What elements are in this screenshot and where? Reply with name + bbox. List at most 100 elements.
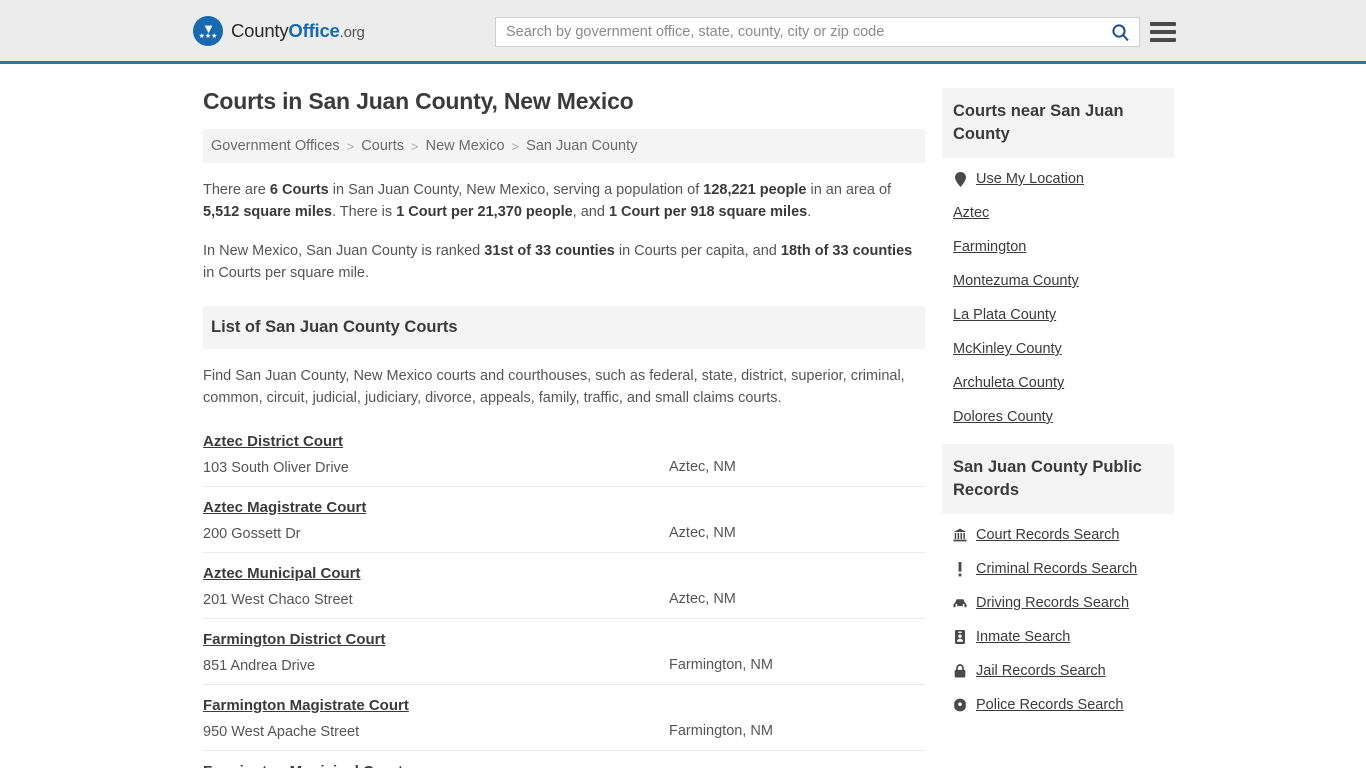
stat-value: 18th of 33 counties [780,243,913,259]
lock-icon [953,664,967,678]
stat-text: . [807,204,812,220]
brand-tld: .org [339,23,365,41]
public-record-link-label: Criminal Records Search [976,561,1138,577]
court-name-link[interactable]: Aztec Magistrate Court [203,499,366,516]
sidebar: Courts near San Juan County Use My Locat… [942,64,1174,722]
nearby-court-link-6[interactable]: McKinley County [942,332,1174,366]
court-list: Aztec District Court 103 South Oliver Dri… [203,423,925,768]
nearby-courts-list: Use My Location Aztec Farmington Montezuma … [942,158,1174,434]
court-city: Aztec, NM [669,459,736,475]
brand-part-1: County [231,19,289,41]
court-city: Aztec, NM [669,525,736,541]
stat-text: . There is [331,204,397,220]
nearby-court-link-label: Archuleta County [953,375,1065,391]
public-record-link-label: Driving Records Search [976,595,1130,611]
public-records-block: San Juan County Public Records Court Rec… [942,444,1174,722]
countyoffice-eagle-icon: ▼ ★★★ [193,15,223,46]
search-input[interactable] [496,18,1101,46]
court-name-link[interactable]: Farmington Municipal Court [203,763,403,768]
nearby-courts-block: Courts near San Juan County Use My Locat… [942,88,1174,434]
public-record-link-6[interactable]: Police Records Search [942,688,1174,722]
public-record-link-label: Court Records Search [976,527,1120,543]
public-records-heading: San Juan County Public Records [942,444,1174,514]
site-header: ▼ ★★★ CountyOffice.org [0,0,1366,64]
nearby-court-link-label: McKinley County [953,341,1062,357]
nearby-court-link-1[interactable]: Use My Location [942,162,1174,196]
page-title: Courts in San Juan County, New Mexico [203,88,634,114]
court-row: Farmington Municipal Court800 North Muni… [203,750,925,768]
court-address: 950 West Apache Street [203,724,360,740]
county-ranking-paragraph: In New Mexico, San Juan County is ranked… [203,240,925,284]
public-record-link-1[interactable]: Court Records Search [942,518,1174,552]
court-info: Farmington Magistrate Court 950 West Apac… [203,697,669,740]
nearby-court-link-label: Dolores County [953,409,1053,425]
court-info: Aztec District Court 103 South Oliver Dri… [203,433,669,476]
nearby-court-link-7[interactable]: Archuleta County [942,366,1174,400]
stat-value: 1 Court per 918 square miles [608,204,808,220]
nearby-court-link-label: Montezuma County [953,273,1079,289]
public-record-link-label: Jail Records Search [976,663,1106,679]
breadcrumb-item-1[interactable]: Government Offices [211,138,340,154]
breadcrumb-item-4: San Juan County [526,138,638,154]
court-city: Farmington, NM [669,723,773,739]
nearby-court-link-2[interactable]: Aztec [942,196,1174,230]
court-name-link[interactable]: Aztec Municipal Court [203,565,361,582]
nearby-court-link-label: Use My Location [976,171,1084,187]
public-record-link-label: Police Records Search [976,697,1124,713]
court-name-link[interactable]: Farmington Magistrate Court [203,697,409,714]
court-city: Farmington, NM [669,657,773,673]
nearby-court-link-label: Aztec [953,205,990,221]
nearby-court-link-4[interactable]: Montezuma County [942,264,1174,298]
court-name-link[interactable]: Farmington District Court [203,631,386,648]
exclamation-icon [953,561,967,577]
stat-value: 1 Court per 21,370 people [396,204,573,220]
breadcrumb-item-3[interactable]: New Mexico [426,138,505,154]
public-record-link-5[interactable]: Jail Records Search [942,654,1174,688]
breadcrumb-separator: > [346,138,355,154]
search-bar [495,17,1140,47]
search-button[interactable] [1101,18,1139,46]
nearby-courts-heading: Courts near San Juan County [942,88,1174,158]
court-row: Farmington District Court 851 Andrea Driv… [203,618,925,684]
public-record-link-2[interactable]: Criminal Records Search [942,552,1174,586]
id-badge-icon [953,630,967,644]
court-row: Farmington Magistrate Court 950 West Apac… [203,684,925,750]
court-info: Farmington District Court 851 Andrea Driv… [203,631,669,674]
police-badge-icon [953,698,967,712]
hamburger-icon-bar [1150,22,1176,26]
court-name-link[interactable]: Aztec District Court [203,433,343,450]
breadcrumb-item-2[interactable]: Courts [361,138,404,154]
nearby-court-link-8[interactable]: Dolores County [942,400,1174,434]
car-icon [953,598,967,609]
stat-text: in an area of [806,182,892,198]
page-body: Courts in San Juan County, New Mexico Go… [0,64,1366,768]
stat-text: , and [572,204,609,220]
court-city: Aztec, NM [669,591,736,607]
court-list-heading: List of San Juan County Courts [203,306,925,349]
stat-value: 6 Courts [269,182,329,198]
hamburger-menu-button[interactable] [1150,19,1176,45]
stat-value: 31st of 33 counties [484,243,615,259]
stat-value: 128,221 people [703,182,807,198]
hamburger-icon-bar [1150,38,1176,42]
nearby-court-link-label: La Plata County [953,307,1057,323]
court-info: Aztec Magistrate Court 200 Gossett Dr [203,499,669,542]
stat-text: There are [203,182,270,198]
courthouse-icon [953,528,967,542]
breadcrumb-separator: > [511,138,520,154]
stat-text: in Courts per square mile. [203,265,370,281]
court-info: Aztec Municipal Court 201 West Chaco Stre… [203,565,669,608]
court-row: Aztec District Court 103 South Oliver Dri… [203,423,925,486]
public-record-link-label: Inmate Search [976,629,1071,645]
public-record-link-4[interactable]: Inmate Search [942,620,1174,654]
nearby-court-link-5[interactable]: La Plata County [942,298,1174,332]
map-pin-icon [953,171,967,187]
nearby-court-link-3[interactable]: Farmington [942,230,1174,264]
court-address: 200 Gossett Dr [203,526,301,542]
main-content: Courts in San Juan County, New Mexico Go… [203,64,925,768]
public-record-link-3[interactable]: Driving Records Search [942,586,1174,620]
stat-value: 5,512 square miles [203,204,332,220]
stat-text: in Courts per capita, and [614,243,781,259]
brand-wordmark: CountyOffice.org [231,20,365,42]
site-logo[interactable]: ▼ ★★★ CountyOffice.org [193,15,365,46]
